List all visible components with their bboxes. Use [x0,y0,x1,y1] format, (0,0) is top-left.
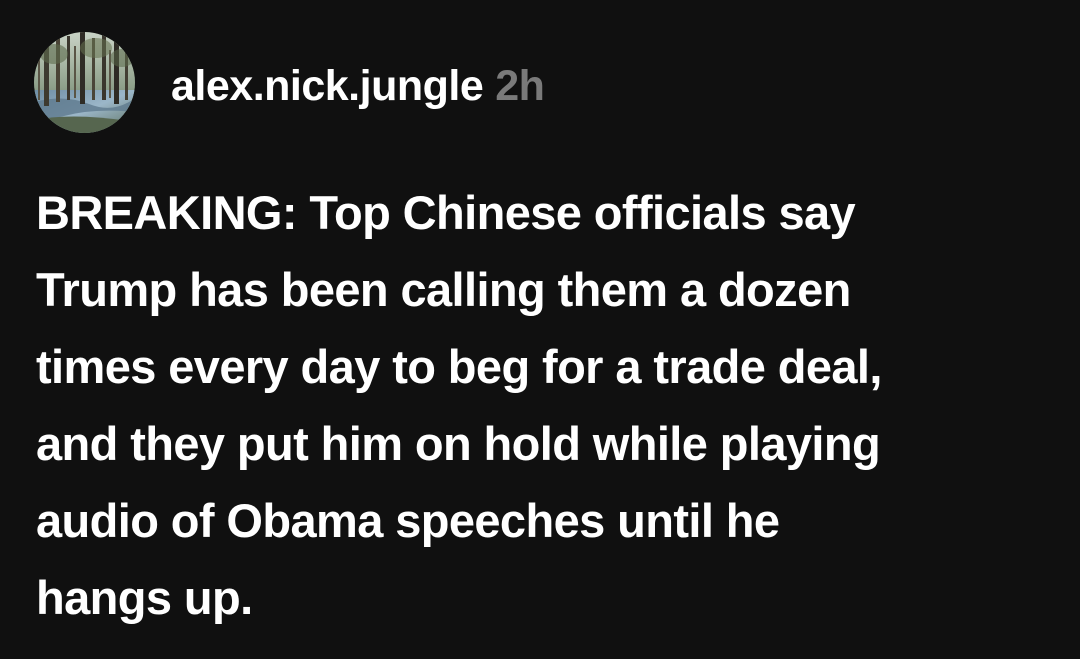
forest-avatar-icon [34,32,135,133]
author-info: alex.nick.jungle 2h [171,62,545,111]
post-header: alex.nick.jungle 2h [34,32,545,133]
username[interactable]: alex.nick.jungle [171,62,484,111]
avatar[interactable] [34,32,135,133]
timestamp: 2h [495,62,545,110]
post-card: alex.nick.jungle 2h BREAKING: Top Chines… [0,0,1080,659]
post-text: BREAKING: Top Chinese officials say Trum… [36,186,882,624]
